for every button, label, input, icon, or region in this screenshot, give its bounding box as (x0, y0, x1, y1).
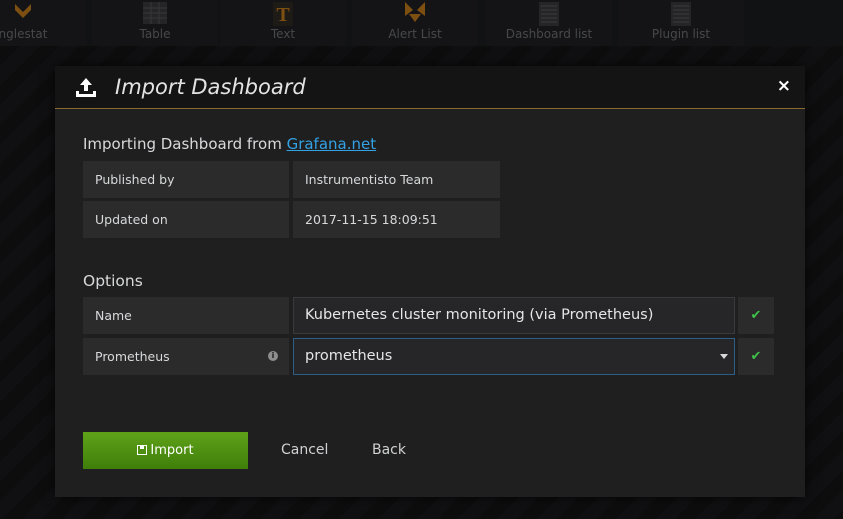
prometheus-datasource-select[interactable]: prometheus (293, 338, 735, 375)
prometheus-valid-check-icon: ✔ (738, 338, 774, 375)
info-icon[interactable]: i (268, 351, 278, 361)
name-label: Name (83, 297, 289, 334)
import-button[interactable]: Import (83, 432, 248, 469)
chevron-down-icon (720, 354, 728, 359)
options-heading: Options (83, 272, 143, 290)
name-valid-check-icon: ✔ (738, 297, 774, 334)
close-icon[interactable]: × (777, 76, 791, 96)
import-source-heading: Importing Dashboard from Grafana.net (83, 135, 376, 153)
dashboard-name-input[interactable]: Kubernetes cluster monitoring (via Prome… (293, 297, 735, 334)
updated-on-label: Updated on (83, 201, 289, 238)
import-button-label: Import (150, 443, 194, 458)
published-by-label: Published by (83, 161, 289, 198)
import-source-prefix: Importing Dashboard from (83, 135, 287, 153)
back-button[interactable]: Back (372, 432, 406, 469)
import-dashboard-modal: Import Dashboard × Importing Dashboard f… (55, 66, 805, 497)
prometheus-label: Prometheus (95, 349, 170, 364)
prometheus-select-value: prometheus (305, 348, 393, 364)
save-icon (137, 445, 148, 455)
modal-header: Import Dashboard × (55, 66, 805, 109)
cancel-button[interactable]: Cancel (281, 432, 328, 469)
upload-icon (76, 78, 96, 97)
grafana-net-link[interactable]: Grafana.net (287, 135, 377, 153)
modal-title: Import Dashboard (115, 75, 306, 99)
published-by-value: Instrumentisto Team (293, 161, 500, 198)
prometheus-label-cell: Prometheus i (83, 338, 289, 375)
updated-on-value: 2017-11-15 18:09:51 (293, 201, 500, 238)
